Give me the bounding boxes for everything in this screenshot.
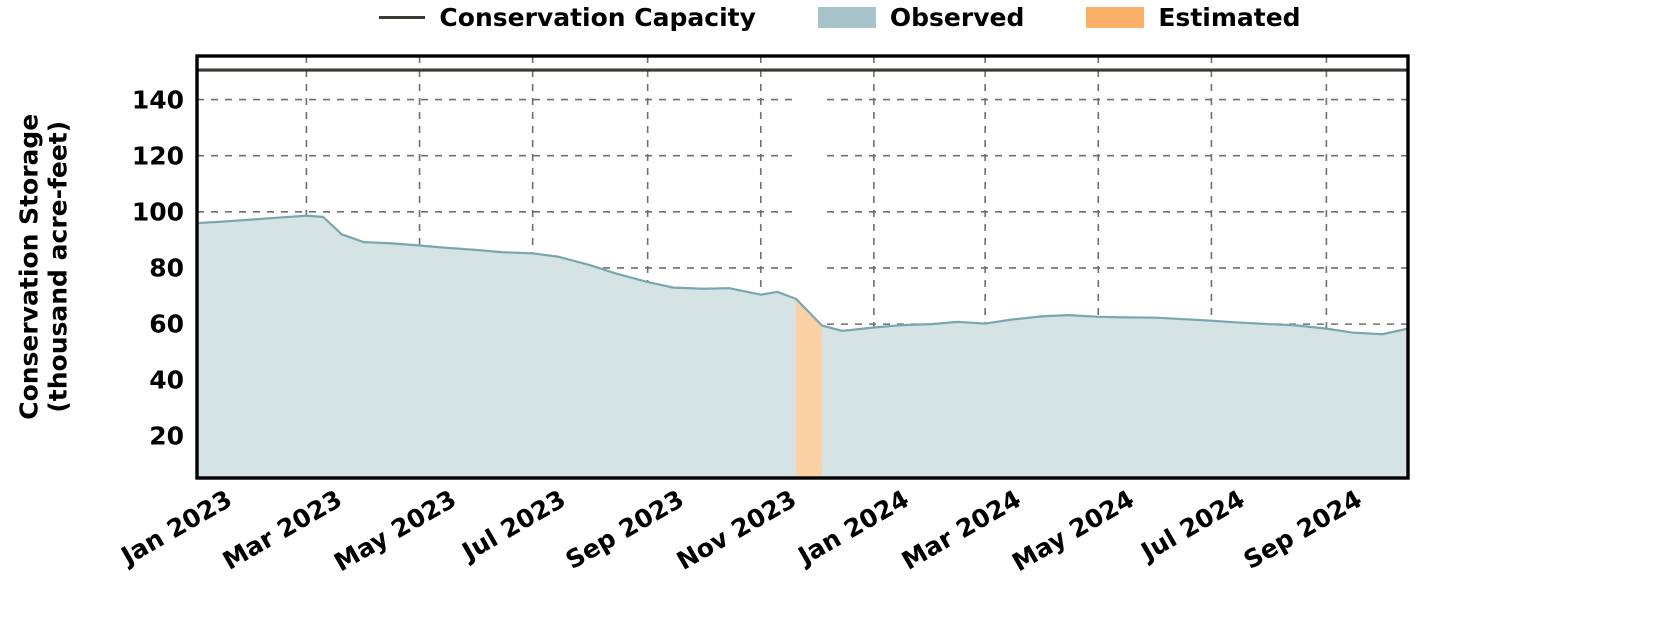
plot-area — [195, 54, 1410, 480]
chart-figure: Conservation Capacity Observed Estimated… — [0, 0, 1680, 630]
band-mask — [796, 56, 822, 326]
data-series-group — [196, 56, 1409, 478]
